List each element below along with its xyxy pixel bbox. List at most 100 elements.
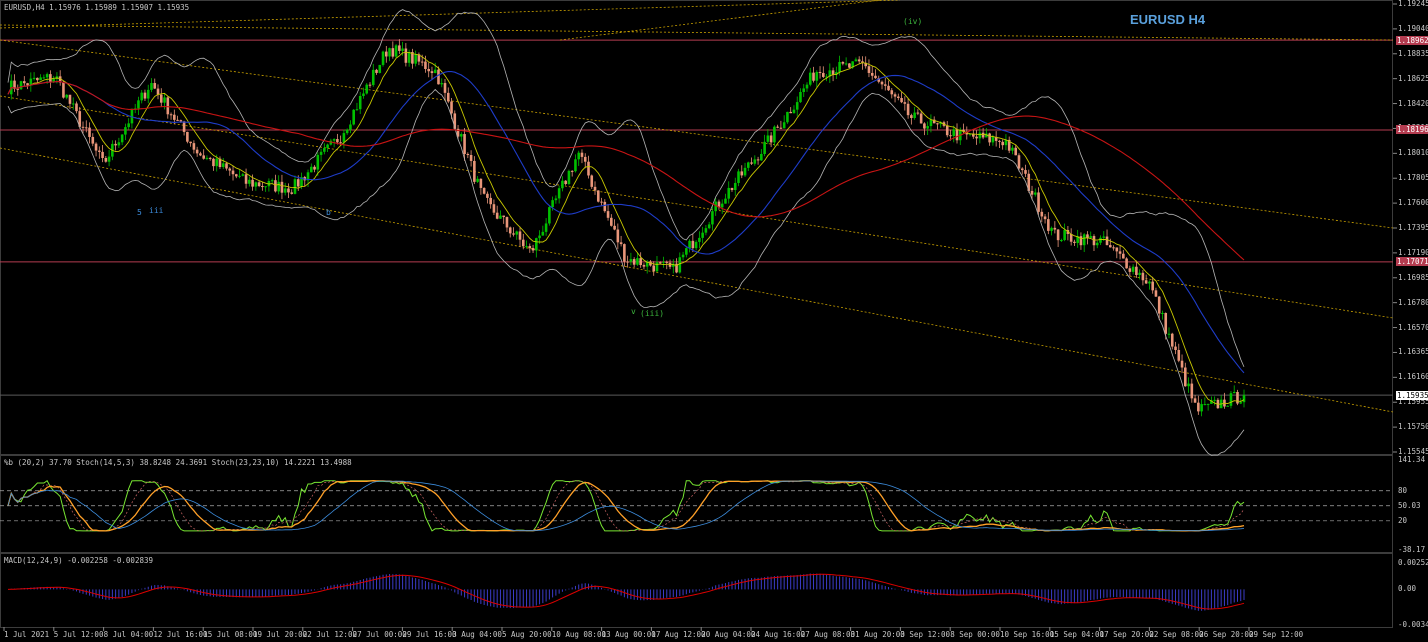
candle-body: [521, 239, 525, 247]
candle-body: [746, 162, 750, 168]
candle-body: [831, 70, 835, 75]
candle-body: [1157, 296, 1161, 314]
candle-body: [36, 77, 39, 81]
candle-body: [280, 181, 284, 193]
candle-body: [277, 181, 280, 192]
candle-body: [124, 127, 127, 135]
candle-body: [98, 150, 101, 152]
candle-body: [1050, 227, 1053, 231]
wave-label-iii: iii: [149, 206, 164, 215]
candle-body: [1030, 190, 1034, 195]
candle-body: [1060, 240, 1063, 242]
candle-body: [1164, 313, 1168, 334]
candle-body: [822, 72, 825, 77]
candle-body: [140, 92, 144, 101]
candle-body: [564, 180, 567, 184]
candle-body: [1170, 333, 1174, 347]
candle-body: [1187, 383, 1190, 387]
candle-body: [371, 69, 375, 85]
candle-body: [94, 143, 98, 151]
candle-body: [926, 126, 929, 129]
candle-body: [473, 160, 476, 182]
candle-body: [580, 152, 584, 157]
candle-body: [652, 265, 656, 272]
candle-body: [903, 102, 907, 104]
candle-body: [1193, 398, 1197, 403]
macd-pane-label: MACD(12,24,9) -0.002258 -0.002839: [4, 556, 154, 565]
candle-body: [773, 126, 776, 143]
candle-body: [88, 127, 91, 137]
price-axis-tick: 1.17190: [1398, 247, 1428, 257]
candle-body: [665, 261, 669, 263]
candle-body: [603, 201, 607, 212]
stoch-pane-label: %b (20,2) 37.70 Stoch(14,5,3) 38.8248 24…: [4, 458, 352, 467]
candle-body: [613, 225, 616, 230]
candle-body: [71, 103, 75, 105]
wave-label-iv: (iv): [903, 17, 923, 26]
candle-body: [658, 262, 662, 264]
time-axis-tick: 29 Jul 16:00: [402, 630, 457, 639]
candle-body: [720, 203, 724, 208]
bollinger-upper-band: [7, 9, 1245, 368]
candle-body: [919, 113, 923, 124]
candle-body: [1236, 391, 1239, 404]
candle-body: [117, 142, 121, 146]
price-axis-tick: 1.17395: [1398, 223, 1428, 232]
candle-body: [293, 179, 297, 194]
time-axis-tick: 3 Sep 12:00: [900, 630, 951, 639]
candle-body: [727, 187, 731, 199]
candle-body: [1105, 236, 1109, 246]
candle-body: [538, 235, 541, 239]
candle-body: [1154, 290, 1158, 297]
candle-body: [215, 158, 219, 167]
candle-body: [694, 241, 698, 249]
candle-body: [655, 262, 659, 272]
chart-terminal[interactable]: EURUSD,H4 1.15976 1.15989 1.15907 1.1593…: [0, 0, 1428, 642]
candle-body: [274, 180, 277, 192]
price-axis-tick: 1.17805: [1398, 173, 1428, 183]
candle-body: [1056, 229, 1060, 241]
candle-body: [557, 188, 561, 199]
candle-body: [691, 240, 695, 249]
candle-body: [463, 134, 466, 154]
candle-body: [763, 141, 766, 154]
candle-body: [388, 48, 391, 57]
price-axis-tick: 1.18625: [1398, 73, 1428, 83]
candle-body: [531, 248, 535, 251]
time-axis-tick: 13 Aug 00:00: [601, 630, 656, 639]
candle-body: [975, 136, 978, 139]
time-axis-tick: 15 Jul 08:00: [203, 630, 258, 639]
candle-body: [805, 84, 809, 89]
candle-body: [234, 174, 238, 177]
candle-body: [1047, 219, 1050, 231]
time-axis-tick: 29 Sep 12:00: [1249, 630, 1304, 639]
candle-body: [629, 259, 633, 262]
candle-body: [1161, 313, 1164, 315]
candle-body: [394, 45, 398, 57]
candle-body: [169, 114, 173, 116]
candle-body: [518, 231, 522, 240]
candle-body: [662, 261, 665, 263]
candle-body: [212, 158, 215, 167]
candle-body: [1167, 333, 1171, 335]
candle-body: [887, 85, 890, 91]
candle-body: [1183, 367, 1187, 387]
price-axis-tick: 1.19245: [1398, 0, 1428, 8]
candle-body: [528, 246, 532, 249]
candle-body: [541, 231, 545, 236]
candle-body: [570, 170, 574, 172]
candle-body: [358, 95, 362, 110]
candle-body: [1112, 247, 1115, 249]
price-axis-tick: 1.18420: [1398, 98, 1428, 108]
candle-body: [486, 193, 489, 198]
price-axis-tick: 1.16780: [1398, 297, 1428, 307]
candle-body: [1082, 234, 1086, 246]
candle-body: [424, 61, 427, 70]
candle-body: [19, 81, 23, 90]
candle-body: [1203, 404, 1207, 406]
candle-body: [525, 246, 528, 248]
candle-body: [880, 81, 884, 85]
candle-body: [345, 129, 349, 134]
candle-body: [544, 223, 548, 232]
candle-body: [1141, 272, 1145, 281]
